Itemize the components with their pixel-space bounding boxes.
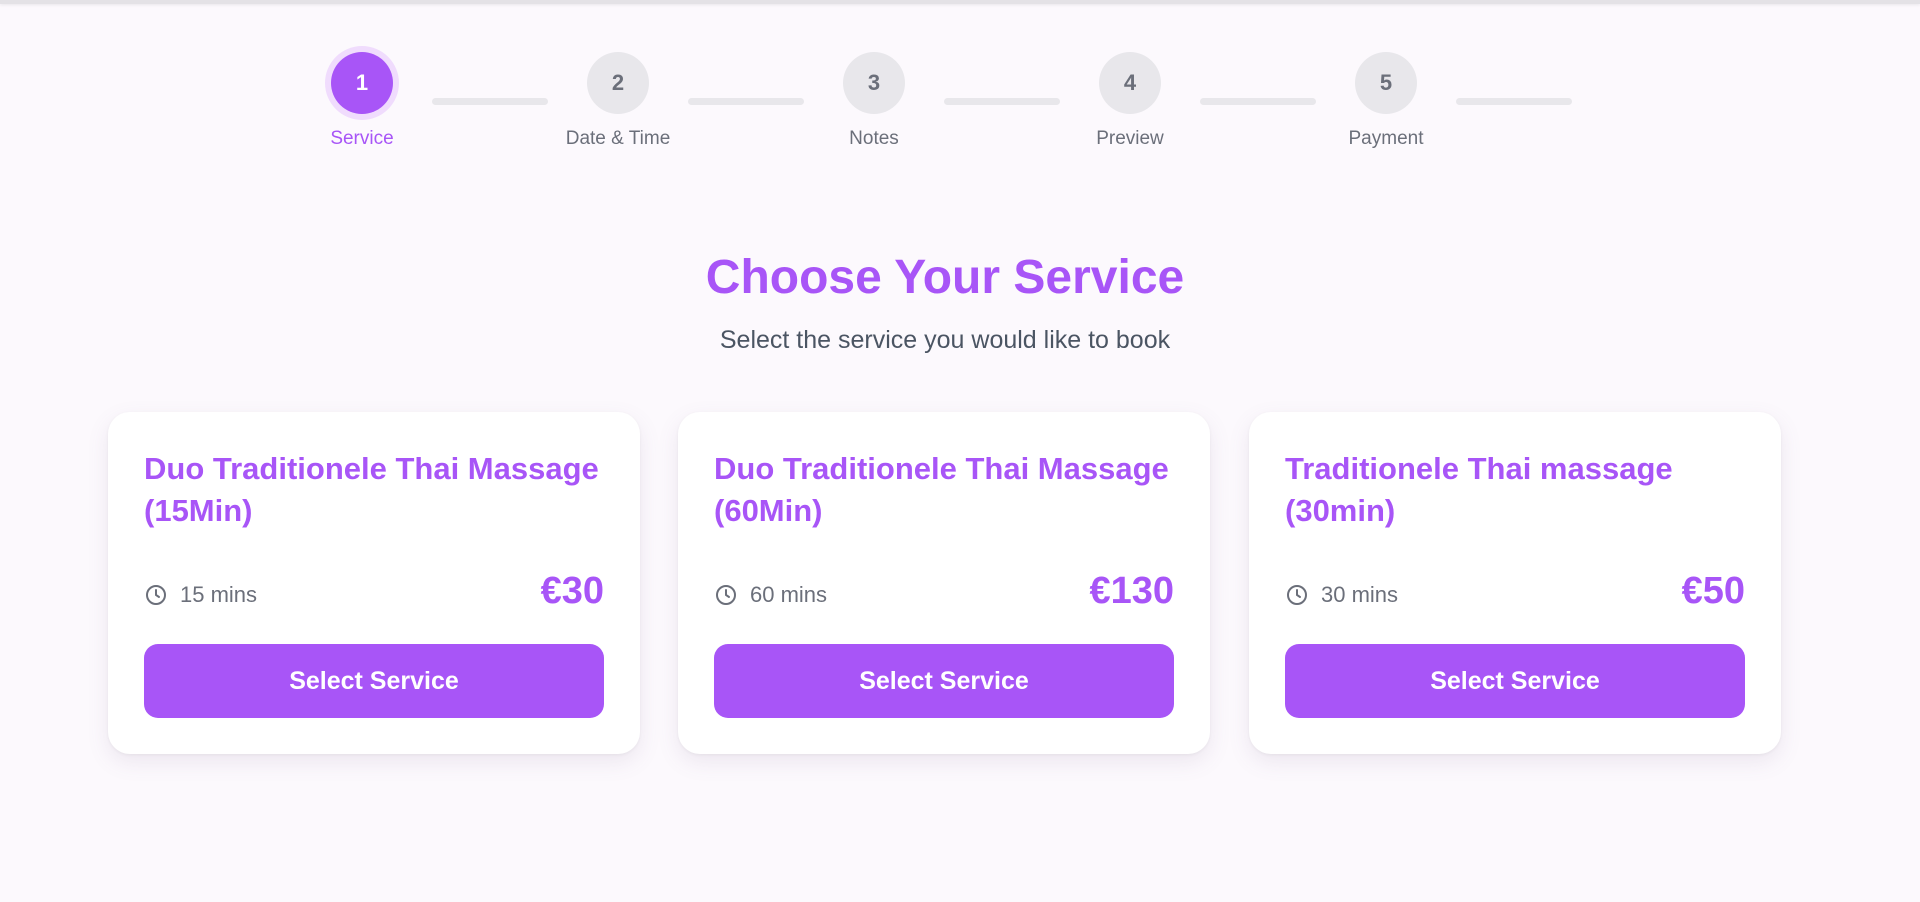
booking-stepper: 1 Service 2 Date & Time 3 Notes 4 Previe…	[0, 0, 1920, 160]
service-duration: 15 mins	[144, 582, 257, 608]
service-card: Traditionele Thai massage (30min) 30 min…	[1249, 412, 1781, 754]
step-label: Service	[330, 128, 394, 149]
step-connector	[432, 98, 548, 105]
clock-icon	[146, 585, 166, 605]
step-connector	[1456, 98, 1572, 105]
clock-icon	[1287, 585, 1307, 605]
duration-text: 30 mins	[1321, 582, 1399, 607]
step-number: 1	[331, 52, 393, 114]
service-card: Duo Traditionele Thai Massage (60Min) 60…	[678, 412, 1210, 754]
step-preview[interactable]: 4 Preview	[1060, 52, 1200, 150]
step-number: 2	[587, 52, 649, 114]
step-notes[interactable]: 3 Notes	[804, 52, 944, 150]
service-price: €50	[1681, 570, 1745, 612]
step-service[interactable]: 1 Service	[292, 52, 432, 150]
service-card: Duo Traditionele Thai Massage (15Min) 15…	[108, 412, 640, 754]
step-connector	[1200, 98, 1316, 105]
step-label: Payment	[1348, 128, 1424, 149]
page-title: Choose Your Service	[705, 251, 1185, 304]
service-name: Duo Traditionele Thai Massage (60Min)	[714, 451, 1169, 528]
service-price: €130	[1089, 570, 1174, 612]
service-name: Traditionele Thai massage (30min)	[1285, 451, 1673, 528]
service-duration: 60 mins	[714, 582, 827, 608]
service-duration: 30 mins	[1285, 582, 1398, 608]
select-service-button[interactable]: Select Service	[714, 644, 1174, 718]
step-label: Preview	[1096, 128, 1164, 149]
select-service-button[interactable]: Select Service	[1285, 644, 1745, 718]
step-number: 4	[1099, 52, 1161, 114]
clock-icon	[716, 585, 736, 605]
duration-text: 15 mins	[180, 582, 258, 607]
select-service-button[interactable]: Select Service	[144, 644, 604, 718]
step-connector	[688, 98, 804, 105]
step-number: 3	[843, 52, 905, 114]
step-date-time[interactable]: 2 Date & Time	[548, 52, 688, 150]
service-price: €30	[540, 570, 604, 612]
step-number: 5	[1355, 52, 1417, 114]
service-name: Duo Traditionele Thai Massage (15Min)	[144, 451, 599, 528]
service-list: Duo Traditionele Thai Massage (15Min) 15…	[108, 412, 1888, 756]
step-label: Notes	[849, 128, 899, 149]
page-subtitle: Select the service you would like to boo…	[719, 326, 1171, 354]
duration-text: 60 mins	[750, 582, 828, 607]
step-connector	[944, 98, 1060, 105]
step-label: Date & Time	[565, 128, 671, 149]
step-payment[interactable]: 5 Payment	[1316, 52, 1456, 150]
